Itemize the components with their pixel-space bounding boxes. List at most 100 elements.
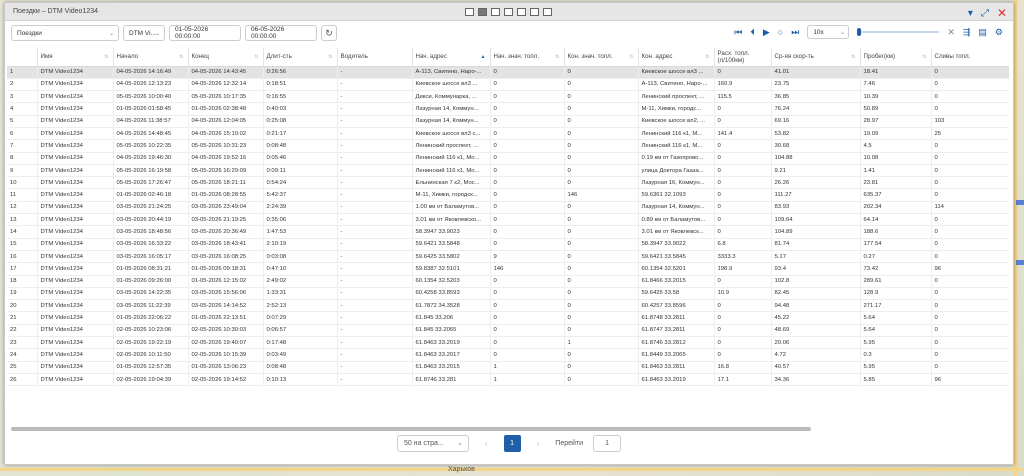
table-cell: 3 xyxy=(7,90,38,104)
column-header-duration[interactable]: Длит-сть ⇅ xyxy=(263,48,338,67)
column-header-start-fuel[interactable]: Нач. знач. топл. ⇅ xyxy=(490,48,565,67)
minimize-icon[interactable]: ▾ xyxy=(968,8,973,19)
settings-gear-icon[interactable]: ⚙ xyxy=(995,27,1003,38)
column-header-name[interactable]: Имя ⇅ xyxy=(37,48,114,67)
table-row[interactable]: 14 DTM Video1234 03-05-2026 18:48:56 03-05-… xyxy=(7,225,1009,239)
table-row[interactable]: 2 DTM Video1234 04-05-2026 12:13:23 04-05-2… xyxy=(7,78,1009,92)
table-row[interactable]: 4 DTM Video1234 01-05-2026 01:58:45 01-05-2… xyxy=(7,102,1009,116)
skip-start-icon[interactable]: ⏮ xyxy=(734,27,742,38)
table-cell: Киевское шоссе вл3 с... xyxy=(412,127,491,141)
column-header-start[interactable]: Начало ⇅ xyxy=(113,48,189,67)
table-cell: 0:54:24 xyxy=(263,176,338,190)
table-cell: 0 xyxy=(564,311,639,325)
table-row[interactable]: 6 DTM Video1234 04-05-2026 14:48:45 04-05-2… xyxy=(7,127,1009,141)
column-header-fuel-consumption[interactable]: Расх. топл. (л/100км) xyxy=(714,48,772,67)
speed-select[interactable]: 10x ⌄ xyxy=(807,25,850,39)
refresh-button[interactable]: ↻ xyxy=(321,25,337,41)
table-row[interactable]: 15 DTM Video1234 03-05-2026 16:33:22 03-05-… xyxy=(7,238,1009,251)
current-page-button[interactable]: 1 xyxy=(503,434,521,452)
layout-split-horizontal-icon[interactable] xyxy=(491,8,500,16)
sort-icon[interactable]: ⇅ xyxy=(922,54,926,61)
table-row[interactable]: 17 DTM Video1234 01-05-2026 08:31:21 01-05-… xyxy=(7,262,1009,276)
table-row[interactable]: 13 DTM Video1234 03-05-2026 20:44:19 03-05-… xyxy=(7,213,1009,227)
column-header-end-address[interactable]: Кон. адрес ⇅ xyxy=(638,48,715,67)
table-row[interactable]: 5 DTM Video1234 04-05-2026 11:38:57 04-05-2… xyxy=(7,115,1009,128)
page-size-select[interactable]: 50 на стра... ⌄ xyxy=(396,434,469,452)
next-page-icon[interactable]: › xyxy=(531,439,546,448)
table-row[interactable]: 25 DTM Video1234 01-05-2026 12:57:35 01-05-… xyxy=(7,361,1009,374)
layout-split-vertical-icon[interactable] xyxy=(478,8,487,16)
date-to-input[interactable]: 06-05-2026 00:00:00 xyxy=(245,25,317,41)
prev-page-icon[interactable]: ‹ xyxy=(479,439,494,448)
playback-slider-handle[interactable] xyxy=(857,28,862,36)
table-cell: DTM Video1234 xyxy=(37,213,114,227)
skip-end-icon[interactable]: ⏭ xyxy=(791,27,799,38)
sort-icon[interactable]: ⇅ xyxy=(705,54,709,61)
sort-ascending-icon[interactable]: ▲ xyxy=(481,54,486,61)
table-row[interactable]: 7 DTM Video1234 05-05-2026 10:22:35 05-05-2… xyxy=(7,139,1009,153)
table-cell: DTM Video1234 xyxy=(37,348,114,362)
route-icon[interactable]: ⇶ xyxy=(963,27,971,38)
column-header-mileage[interactable]: Пробег(км) ⇅ xyxy=(860,48,932,67)
column-header-start-address[interactable]: Нач. адрес ▲ xyxy=(412,48,491,67)
sort-icon[interactable]: ⇅ xyxy=(851,54,855,61)
table-row[interactable]: 12 DTM Video1234 03-05-2026 21:24:25 03-05-… xyxy=(7,201,1009,215)
table-row[interactable]: 10 DTM Video1234 05-05-2026 17:26:47 05-05-… xyxy=(7,176,1009,190)
close-icon[interactable]: ✕ xyxy=(997,6,1007,20)
report-type-select[interactable]: Поездки ⌄ xyxy=(11,25,119,41)
table-row[interactable]: 8 DTM Video1234 04-05-2026 19:46:30 04-05-2… xyxy=(7,152,1009,165)
table-cell: 61.8746 33.2812 xyxy=(638,336,715,350)
table-row[interactable]: 18 DTM Video1234 01-05-2026 09:26:00 01-05-… xyxy=(7,275,1009,288)
table-row[interactable]: 21 DTM Video1234 01-05-2026 22:06:22 01-05-… xyxy=(7,311,1009,325)
column-header-fuel-drains[interactable]: Сливы топл. xyxy=(931,48,1009,67)
table-row[interactable]: 3 DTM Video1234 05-05-2026 10:00:40 05-05-2… xyxy=(7,90,1009,104)
layout-full-icon[interactable] xyxy=(465,8,474,16)
sort-icon[interactable]: ⇅ xyxy=(254,54,258,61)
unit-select[interactable]: DTM Vi... ⌄ xyxy=(123,25,165,41)
column-header-end[interactable]: Конец ⇅ xyxy=(188,48,264,67)
table-row[interactable]: 24 DTM Video1234 02-05-2026 10:11:50 02-05-… xyxy=(7,348,1009,362)
export-icon[interactable]: ▤ xyxy=(978,27,987,38)
column-header-avg-speed[interactable]: Ср-яя скор-ть ⇅ xyxy=(771,48,861,67)
playback-slider[interactable] xyxy=(857,28,940,36)
layout-bottom-icon[interactable] xyxy=(530,8,539,16)
table-row[interactable]: 9 DTM Video1234 05-05-2026 16:19:58 05-05-2… xyxy=(7,164,1009,178)
column-header-end-fuel[interactable]: Кон. знач. топл. ⇅ xyxy=(564,48,639,67)
table-row[interactable]: 22 DTM Video1234 02-05-2026 10:23:06 02-05-… xyxy=(7,324,1009,338)
table-cell: 0 xyxy=(490,102,565,116)
sort-icon[interactable]: ⇅ xyxy=(179,54,183,61)
table-cell: 104.88 xyxy=(771,152,861,165)
table-row[interactable]: 23 DTM Video1234 02-05-2026 19:22:19 02-05-… xyxy=(7,336,1009,350)
table-cell: DTM Video1234 xyxy=(37,311,114,325)
clear-icon[interactable]: ✕ xyxy=(947,27,955,38)
table-cell: улица Доктора Гааза... xyxy=(638,164,715,178)
stop-icon[interactable]: ○ xyxy=(778,27,783,37)
table-row[interactable]: 16 DTM Video1234 03-05-2026 16:05:17 03-05-… xyxy=(7,250,1009,264)
sort-icon[interactable]: ⇅ xyxy=(555,54,559,61)
layout-top-icon[interactable] xyxy=(543,8,552,16)
window-titlebar[interactable]: Поездки – DTM Video1234 ▾ ⤢ ✕ xyxy=(5,3,1013,21)
table-row[interactable]: 19 DTM Video1234 03-05-2026 14:22:35 03-05-… xyxy=(7,287,1009,301)
table-cell: 0.89 км от Баламутов... xyxy=(638,213,715,227)
date-from-input[interactable]: 01-05-2026 00:00:00 xyxy=(169,25,241,41)
table-row[interactable]: 11 DTM Video1234 01-05-2026 02:46:18 01-05-… xyxy=(7,188,1009,202)
step-back-icon[interactable]: ⏴ xyxy=(750,27,755,38)
table-cell: 01-05-2026 08:31:21 xyxy=(113,262,189,276)
layout-left-icon[interactable] xyxy=(517,8,526,16)
table-row[interactable]: 1 DTM Video1234 04-05-2026 14:16:49 04-05-2… xyxy=(7,66,1009,79)
goto-page-input[interactable]: 1 xyxy=(593,434,622,452)
sort-icon[interactable]: ⇅ xyxy=(629,54,633,61)
table-row[interactable]: 26 DTM Video1234 02-05-2026 19:04:39 02-05-… xyxy=(7,373,1009,387)
sort-icon[interactable]: ⇅ xyxy=(104,54,108,61)
chevron-down-icon: ⌄ xyxy=(457,440,463,447)
sort-icon[interactable]: ⇅ xyxy=(328,54,332,61)
play-icon[interactable]: ▶ xyxy=(763,27,770,38)
column-header-driver[interactable]: Водитель xyxy=(337,48,413,67)
layout-quad-icon[interactable] xyxy=(504,8,513,16)
table-cell: - xyxy=(337,348,413,362)
table-cell: 61.8466 33.2015 xyxy=(638,275,715,288)
expand-icon[interactable]: ⤢ xyxy=(981,8,989,19)
column-header-index[interactable] xyxy=(7,48,38,67)
table-row[interactable]: 20 DTM Video1234 03-05-2026 11:22:39 03-05-… xyxy=(7,299,1009,313)
table-cell: 01-05-2026 01:58:45 xyxy=(113,102,189,116)
